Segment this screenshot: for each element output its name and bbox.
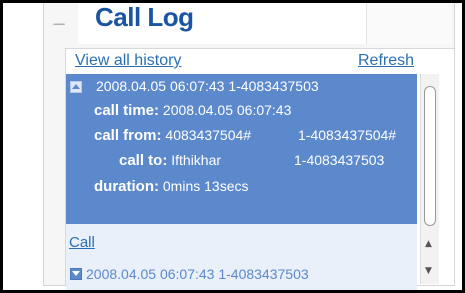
call-from-label: call from: xyxy=(94,127,162,144)
call-to-label: call to: xyxy=(119,152,168,169)
call-from-value: 4083437504# xyxy=(165,127,252,143)
call-time-label: call time: xyxy=(94,102,160,119)
call-from-number: 1-4083437504# xyxy=(298,127,397,143)
entry-summary: 2008.04.05 06:07:43 1-4083437503 xyxy=(96,78,319,94)
call-from-row: call from: 4083437504# xyxy=(94,127,251,144)
list-scrollbar[interactable]: ▲ ▼ xyxy=(420,74,439,284)
title-bar-right xyxy=(367,0,452,44)
expand-entry-icon[interactable] xyxy=(70,268,82,280)
call-link[interactable]: Call xyxy=(69,234,95,251)
call-history-list: 2008.04.05 06:07:43 1-4083437503 call ti… xyxy=(66,74,417,292)
call-log-widget: − Call Log View all history Refresh 2008… xyxy=(0,0,465,293)
selected-call-entry[interactable]: 2008.04.05 06:07:43 1-4083437503 call ti… xyxy=(66,74,417,224)
duration-value: 0mins 13secs xyxy=(162,178,249,194)
collapse-icon[interactable]: − xyxy=(49,16,69,36)
call-to-row: call to: Ifthikhar xyxy=(119,152,221,169)
widget-title: Call Log xyxy=(95,2,194,32)
scroll-up-icon[interactable]: ▲ xyxy=(425,239,432,249)
collapse-entry-icon[interactable] xyxy=(70,81,82,93)
links-bar: View all history Refresh xyxy=(75,52,420,72)
call-time-row: call time: 2008.04.05 06:07:43 xyxy=(94,102,291,119)
duration-row: duration: 0mins 13secs xyxy=(94,178,248,195)
call-entry[interactable]: 2008.04.05 06:07:43 1-4083437503 xyxy=(66,259,417,292)
view-all-history-link[interactable]: View all history xyxy=(75,52,181,70)
scrollbar-thumb[interactable] xyxy=(424,86,436,226)
entry-summary: 2008.04.05 06:07:43 1-4083437503 xyxy=(86,266,309,282)
call-to-number: 1-4083437503 xyxy=(294,152,385,168)
call-time-value: 2008.04.05 06:07:43 xyxy=(162,102,292,118)
refresh-link[interactable]: Refresh xyxy=(358,52,414,70)
scroll-down-icon[interactable]: ▼ xyxy=(425,266,432,276)
call-to-name: Ifthikhar xyxy=(171,152,222,168)
duration-label: duration: xyxy=(94,178,159,195)
